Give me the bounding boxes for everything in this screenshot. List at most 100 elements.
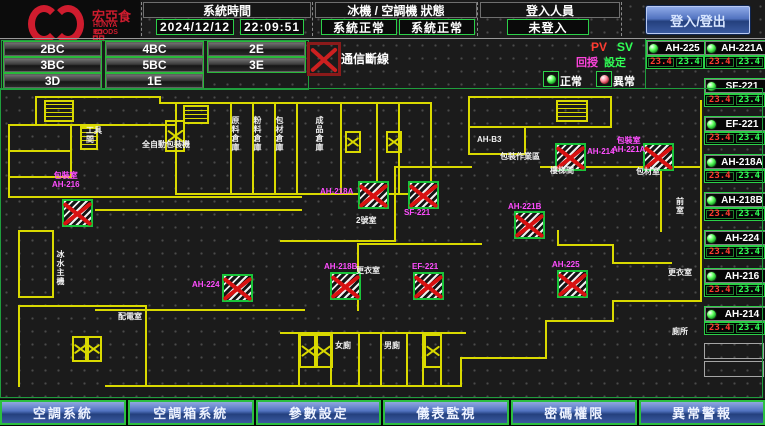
nav-button-參數設定[interactable]: 參數設定: [256, 400, 382, 425]
plan-unit-sf-221[interactable]: [408, 181, 439, 209]
plan-wall: [18, 305, 20, 387]
plan-wall: [612, 300, 614, 322]
unit-name: AH-225: [661, 43, 704, 54]
plan-unit-ah-218a[interactable]: [358, 181, 389, 209]
pv-value: 23.4: [706, 96, 734, 105]
shaft-x-icon: [424, 334, 442, 368]
normal-led: [543, 71, 559, 87]
plan-wall: [380, 332, 382, 385]
plan-outline: [0, 88, 1, 397]
room-label: 原料倉庫: [231, 116, 240, 152]
plan-unit-ah-225[interactable]: [557, 270, 588, 298]
plan-unit-ah-221b[interactable]: [514, 211, 545, 239]
unit-values-ah-218a: 23.423.4: [704, 170, 765, 183]
plan-wall: [660, 166, 662, 232]
room-label: 前室: [676, 197, 686, 215]
pv-value: 23.4: [706, 248, 734, 257]
room-label: 冰水主機: [56, 250, 65, 286]
room-label: 男廁: [384, 341, 400, 350]
logo: 宏亞食品 HUNYA FOODS: [0, 0, 140, 38]
plan-wall: [35, 96, 37, 126]
room-label: 更衣室: [668, 268, 692, 277]
unit-name: AH-216: [719, 271, 765, 282]
unit-values-ah-225: 23.423.4: [646, 56, 704, 69]
room-label: 配電室: [118, 312, 144, 321]
unit-button-ef-221[interactable]: EF-221: [704, 116, 765, 132]
plan-wall: [296, 102, 298, 193]
plan-wall: [700, 100, 702, 302]
sv-value: 23.4: [736, 248, 764, 257]
unit-name: SF-221: [719, 81, 765, 92]
system-time-value: 22:09:51: [240, 19, 304, 35]
login-status: 未登入: [507, 19, 589, 35]
plan-wall: [105, 385, 462, 387]
pv-value: 23.4: [706, 134, 734, 143]
plan-unit-ah-218b[interactable]: [330, 272, 361, 300]
unit-name: AH-218B: [719, 195, 765, 206]
unit-button-ah-218b[interactable]: AH-218B: [704, 192, 765, 208]
unit-name: AH-221A: [719, 43, 765, 54]
login-user-label: 登入人員: [480, 2, 620, 18]
nav-button-空調系統[interactable]: 空調系統: [0, 400, 126, 425]
divider: [0, 38, 765, 39]
unit-button-ah-216[interactable]: AH-216: [704, 268, 765, 284]
sv-value: 23.4: [736, 324, 764, 333]
nav-button-空調箱系統[interactable]: 空調箱系統: [128, 400, 254, 425]
plan-wall: [145, 305, 147, 385]
plan-wall: [18, 305, 146, 307]
unit-button-ah-218a[interactable]: AH-218A: [704, 154, 765, 170]
plan-wall: [376, 102, 378, 193]
unit-normal-led: [706, 43, 717, 54]
divider: [477, 2, 478, 36]
room-label: 包材室: [636, 167, 660, 176]
plan-wall: [357, 243, 482, 245]
unit-button-ah-224[interactable]: AH-224: [704, 230, 765, 246]
unit-button-sf-221[interactable]: SF-221: [704, 78, 765, 94]
room-label: 粉料倉庫: [253, 116, 262, 152]
plan-outline: [762, 88, 763, 397]
plan-unit-ef-221[interactable]: [413, 272, 444, 300]
plan-wall: [18, 230, 54, 232]
room-label: 成品倉庫: [315, 116, 324, 152]
room-label: 包裝作業區: [500, 152, 552, 161]
nav-button-異常警報[interactable]: 異常警報: [639, 400, 765, 425]
hmi-screen: 宏亞食品 HUNYA FOODS 系統時間 2024/12/12 22:09:5…: [0, 0, 765, 426]
shaft-x-icon: [85, 336, 102, 362]
plan-wall: [18, 230, 20, 298]
unit-button-ah-225[interactable]: AH-225: [646, 40, 706, 56]
plan-unit-ah-224[interactable]: [222, 274, 253, 302]
system-time-label: 系統時間: [143, 2, 311, 18]
shaft-x-icon: [386, 131, 402, 153]
login-logout-button[interactable]: 登入/登出: [646, 6, 750, 34]
unit-button-ah-221a[interactable]: AH-221A: [704, 40, 765, 56]
sv-value: 23.4: [736, 96, 764, 105]
stairs-icon: [183, 105, 209, 124]
plan-unit-ah-216[interactable]: [62, 199, 93, 227]
room-label: 女廁: [335, 341, 351, 350]
shaft-x-icon: [314, 334, 333, 368]
unit-values-ah-214: 23.423.4: [704, 322, 765, 335]
plan-wall: [468, 96, 470, 155]
normal-label: 正常: [560, 73, 582, 89]
unit-values-ah-224: 23.423.4: [704, 246, 765, 259]
unit-normal-led: [648, 43, 659, 54]
plan-unit-tag: AH-218B: [324, 262, 357, 271]
plan-wall: [394, 166, 472, 168]
nav-button-密碼權限[interactable]: 密碼權限: [511, 400, 637, 425]
plan-wall: [545, 320, 612, 322]
sv-value: 23.4: [736, 172, 764, 181]
unit-name: AH-218A: [719, 157, 765, 168]
plan-wall: [8, 124, 10, 198]
room-label: 廁所: [672, 327, 688, 336]
nav-button-儀表監視[interactable]: 儀表監視: [383, 400, 509, 425]
unit-button-ah-214[interactable]: AH-214: [704, 306, 765, 322]
plan-outline: [0, 397, 763, 398]
unit-normal-led: [706, 195, 717, 206]
sv-label: SV: [617, 40, 633, 54]
unit-values-sf-221: 23.423.4: [704, 94, 765, 107]
plan-wall: [610, 96, 612, 128]
unit-values-ef-221: 23.423.4: [704, 132, 765, 145]
plan-wall: [18, 296, 54, 298]
plan-wall: [557, 230, 559, 246]
sv-value: 23.4: [736, 134, 764, 143]
